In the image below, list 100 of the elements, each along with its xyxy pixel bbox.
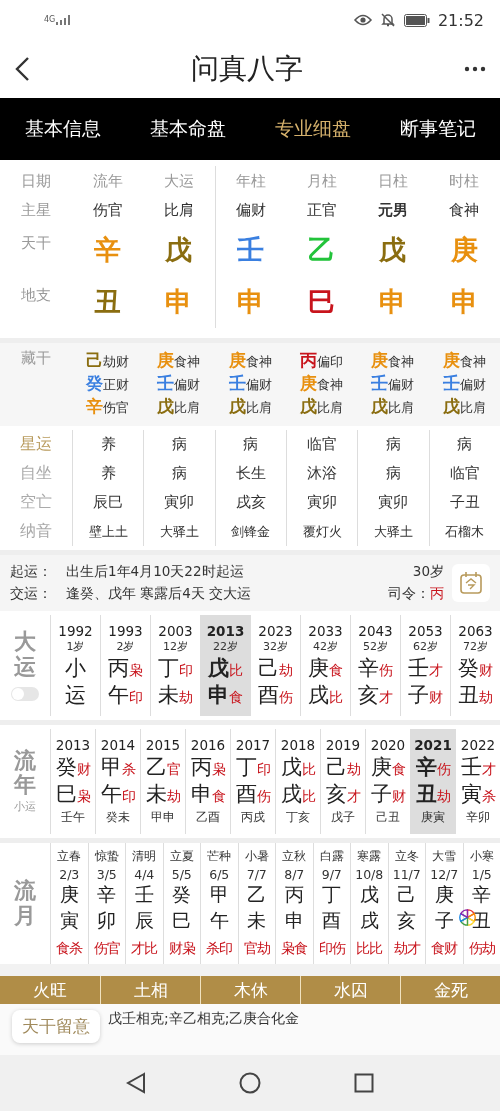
pillar-character: 未 — [158, 682, 179, 709]
age-text: 30岁 — [412, 563, 444, 581]
pillar-character: 庚 — [308, 655, 329, 682]
year-column[interactable]: 2016 丙枭 申 食 乙酉 — [185, 729, 230, 834]
luck-period[interactable]: 1993 2岁 丙枭 午印 — [100, 615, 150, 716]
table-cell: 养 — [100, 464, 116, 483]
hidden-stem: 戊 — [442, 395, 460, 418]
recents-icon[interactable] — [353, 1073, 374, 1093]
toggle-switch[interactable] — [11, 686, 39, 701]
year-column[interactable]: 2022 壬才 寅杀 辛卯 — [455, 729, 500, 834]
ten-god-label: 才 — [481, 761, 496, 779]
date-label: 5/5 — [171, 867, 192, 882]
age-label: 52岁 — [363, 639, 388, 654]
hidden-stem: 戊 — [300, 395, 318, 418]
pillar-character: 戊 — [208, 655, 229, 682]
date-label: 9/7 — [321, 867, 342, 882]
ten-god-label: 食神 — [245, 354, 272, 371]
notice-badge[interactable]: 天干留意 — [12, 1010, 100, 1043]
luck-period[interactable]: 2063 72岁 癸财 丑劫 — [450, 615, 500, 716]
year-column[interactable]: 2014 甲 杀 午印 癸未 — [95, 729, 140, 834]
luck-period[interactable]: 2043 52岁 辛伤 亥才 — [350, 615, 400, 716]
year-column[interactable]: 2015 乙官 未劫 甲申 — [140, 729, 185, 834]
row-label: 空亡 — [20, 492, 52, 513]
earthly-branch: 申 — [450, 285, 478, 319]
pillar-character: 亥 — [397, 908, 417, 933]
column-header: 时柱 — [449, 171, 480, 191]
ten-god-label: 杀 — [481, 788, 496, 806]
minor-luck-label: 庚寅 — [421, 809, 445, 826]
ten-god-label: 劫 — [346, 761, 361, 779]
ten-god-label: 枭 — [211, 761, 226, 779]
pillar-character: 己 — [325, 754, 347, 781]
year-column[interactable]: 2021 辛伤 丑劫 庚寅 — [410, 729, 455, 834]
year-label: 2019 — [325, 737, 361, 753]
luck-period[interactable]: 2023 32岁 己劫 酉伤 — [250, 615, 300, 716]
year-label: 2014 — [100, 737, 136, 753]
year-column[interactable]: 2019 己劫 亥才 戊子 — [320, 729, 365, 834]
luck-period[interactable]: 2053 62岁 壬才 子财 — [400, 615, 450, 716]
tab[interactable]: 断事笔记 — [375, 98, 500, 160]
ten-god-label: 比 — [301, 761, 316, 779]
pillar-character: 未 — [145, 781, 167, 808]
hidden-stem: 庚 — [442, 349, 460, 372]
main-star-label: 元男 — [378, 200, 408, 220]
table-cell: 覆灯火 — [302, 522, 342, 541]
solar-term: 立春 — [57, 849, 82, 864]
today-button[interactable] — [452, 564, 490, 602]
luck-period[interactable]: 1992 1岁 小 运 — [50, 615, 100, 716]
back-icon[interactable] — [126, 1072, 147, 1094]
date-label: 3/5 — [96, 867, 117, 882]
hidden-stem: 壬 — [157, 372, 175, 395]
pillar-character: 申 — [190, 781, 212, 808]
tab[interactable]: 专业细盘 — [250, 98, 375, 160]
main-star-label: 食神 — [449, 200, 480, 220]
pillar-character: 甲 — [209, 882, 229, 907]
luck-period[interactable]: 2013 22岁 戊比 申 食 — [200, 615, 250, 716]
ten-god-label: 偏财 — [245, 377, 272, 394]
hidden-stem: 戊 — [157, 395, 175, 418]
table-cell: 养 — [100, 435, 116, 454]
more-icon[interactable] — [464, 66, 486, 72]
row-label: 日期 — [21, 171, 51, 191]
ten-god-label: 食神 — [459, 354, 486, 371]
pillar-character: 卯 — [97, 908, 117, 933]
ten-god-label: 偏财 — [388, 377, 415, 394]
element-state: 金死 — [433, 978, 468, 1002]
pillar-character: 丑 — [458, 682, 479, 709]
pillar-character: 亥 — [325, 781, 347, 808]
luck-period[interactable]: 2033 42岁 庚食 戌比 — [300, 615, 350, 716]
info-label: 司令： — [388, 585, 430, 603]
ten-god-label: 印伤 — [318, 940, 345, 958]
solar-term: 惊蛰 — [94, 849, 119, 864]
ten-god-label: 劫 — [436, 788, 451, 806]
tab[interactable]: 基本命盘 — [125, 98, 250, 160]
hidden-stem: 己 — [86, 349, 104, 372]
table-cell: 病 — [172, 435, 187, 454]
pillar-character: 壬 — [460, 754, 482, 781]
year-label: 2053 — [408, 623, 443, 639]
age-label: 12岁 — [163, 639, 188, 654]
earthly-branch: 申 — [165, 285, 193, 319]
tab[interactable]: 基本信息 — [0, 98, 125, 160]
ten-god-label: 食 — [329, 662, 343, 680]
minor-luck-label: 丙戌 — [241, 809, 265, 826]
ten-god-label: 印 — [179, 662, 193, 680]
back-icon[interactable] — [14, 56, 30, 82]
earthly-branch: 申 — [379, 285, 407, 319]
pillar-character: 乙 — [145, 754, 167, 781]
hidden-stem: 壬 — [228, 372, 246, 395]
table-cell: 病 — [386, 435, 401, 454]
pillar-character: 寅 — [460, 781, 482, 808]
year-column[interactable]: 2018 戊比 戌比 丁亥 — [275, 729, 320, 834]
hidden-stem: 癸 — [86, 372, 104, 395]
year-column[interactable]: 2013 癸财 巳枭 壬午 — [50, 729, 95, 834]
year-column[interactable]: 2017 丁印 酉伤 丙戌 — [230, 729, 275, 834]
column-header: 流年 — [92, 171, 123, 191]
info-text: 出生后1年4月10天22时起运 — [66, 563, 244, 581]
ten-god-label: 食神 — [317, 377, 344, 394]
pillar-character: 子 — [408, 682, 429, 709]
table-cell: 寅卯 — [378, 493, 409, 512]
pillar-character: 癸 — [172, 882, 192, 907]
table-cell: 子丑 — [449, 493, 480, 512]
home-icon[interactable] — [239, 1072, 261, 1094]
table-cell: 病 — [243, 435, 259, 454]
